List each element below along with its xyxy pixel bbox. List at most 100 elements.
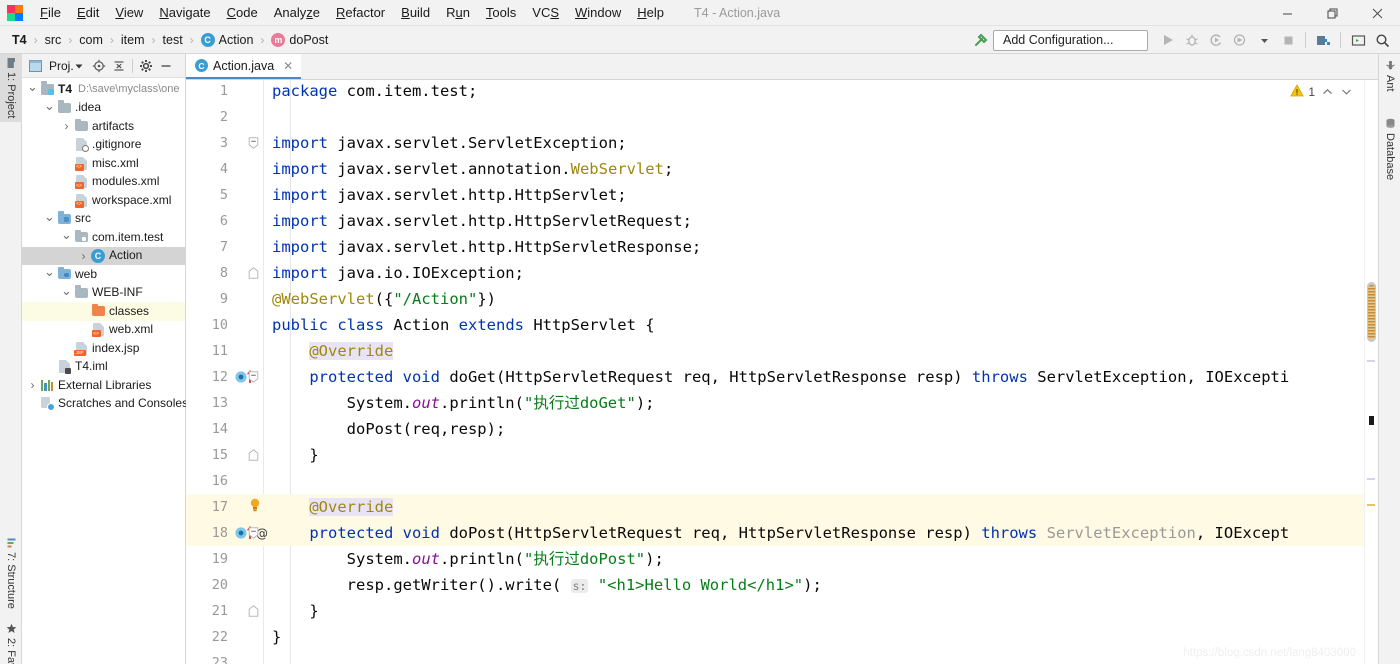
code-line-12[interactable]: 12 protected void doGet(HttpServletReque… (186, 364, 1378, 390)
menu-item-run[interactable]: Run (438, 2, 478, 24)
menu-item-vcs[interactable]: VCS (524, 2, 567, 24)
tree-node-com-item-test[interactable]: ⌄ com.item.test (22, 227, 185, 247)
code-line-9[interactable]: 9 @WebServlet({"/Action"}) (186, 286, 1378, 312)
tree-node-t4[interactable]: ⌄ T4 D:\save\myclass\one (22, 79, 185, 99)
code-text[interactable]: } (272, 627, 281, 647)
stop-icon[interactable] (1277, 28, 1299, 52)
code-line-20[interactable]: 20 resp.getWriter().write( s: "<h1>Hello… (186, 572, 1378, 598)
sidebar-item-ant[interactable]: Ant (1379, 56, 1400, 96)
chevron-down-icon[interactable]: ⌄ (43, 264, 56, 280)
collapse-all-icon[interactable] (109, 56, 129, 76)
fold-end-icon[interactable] (248, 449, 259, 461)
maximize-button[interactable] (1310, 0, 1355, 26)
code-text[interactable]: import javax.servlet.http.HttpServlet; (272, 185, 627, 205)
chevron-down-icon[interactable]: ⌄ (43, 209, 56, 225)
close-icon[interactable]: ✕ (283, 59, 293, 73)
tree-node--idea[interactable]: ⌄ .idea (22, 98, 185, 118)
debug-icon[interactable] (1181, 28, 1203, 52)
code-text[interactable]: protected void doPost(HttpServletRequest… (272, 523, 1289, 543)
intention-bulb-icon[interactable] (248, 497, 262, 518)
code-line-11[interactable]: 11 @Override (186, 338, 1378, 364)
project-structure-icon[interactable] (1312, 28, 1334, 52)
run-configuration-selector[interactable]: Add Configuration... (993, 29, 1148, 51)
tree-node-external-libraries[interactable]: › External Libraries (22, 376, 185, 395)
hide-panel-icon[interactable] (156, 56, 176, 76)
breadcrumb-item-test[interactable]: test (160, 32, 186, 48)
breadcrumb-item-item[interactable]: item (118, 32, 148, 48)
fold-end-icon[interactable] (248, 267, 259, 279)
breadcrumb-item-com[interactable]: com (76, 32, 106, 48)
code-text[interactable]: import javax.servlet.http.HttpServletReq… (272, 211, 692, 231)
chevron-right-icon[interactable]: › (77, 249, 90, 263)
tree-node-src[interactable]: ⌄ src (22, 209, 185, 229)
fold-collapse-icon[interactable] (248, 371, 259, 383)
chevron-down-icon[interactable] (75, 57, 83, 75)
code-text[interactable]: import javax.servlet.ServletException; (272, 133, 627, 153)
chevron-up-icon[interactable] (1318, 85, 1337, 99)
code-line-21[interactable]: 21 } (186, 598, 1378, 624)
search-everywhere-icon[interactable] (1371, 28, 1393, 52)
code-line-6[interactable]: 6 import javax.servlet.http.HttpServletRe… (186, 208, 1378, 234)
menu-item-build[interactable]: Build (393, 2, 438, 24)
tree-node-web[interactable]: ⌄ web (22, 264, 185, 284)
tree-node-web-inf[interactable]: ⌄ WEB-INF (22, 283, 185, 303)
tree-node-classes[interactable]: classes (22, 302, 185, 321)
tree-node--gitignore[interactable]: .gitignore (22, 136, 185, 155)
menu-item-window[interactable]: Window (567, 2, 629, 24)
code-text[interactable]: System.out.println("执行过doGet"); (272, 393, 655, 413)
code-text[interactable]: System.out.println("执行过doPost"); (272, 549, 664, 569)
build-hammer-icon[interactable] (970, 28, 992, 52)
breadcrumb-item-t4[interactable]: T4 (9, 32, 30, 48)
tree-node-index-jsp[interactable]: JSP index.jsp (22, 339, 185, 358)
code-line-16[interactable]: 16 (186, 468, 1378, 494)
menu-item-file[interactable]: File (32, 2, 69, 24)
menu-item-refactor[interactable]: Refactor (328, 2, 393, 24)
sidebar-item-project[interactable]: 1: Project (0, 54, 22, 123)
chevron-down-icon[interactable] (1337, 85, 1356, 99)
code-text[interactable]: } (272, 601, 318, 621)
code-line-14[interactable]: 14 doPost(req,resp); (186, 416, 1378, 442)
tree-node-web-xml[interactable]: <> web.xml (22, 321, 185, 340)
sidebar-item-favorites[interactable]: 2: Favorites (0, 619, 22, 664)
close-button[interactable] (1355, 0, 1400, 26)
editor-body[interactable]: 1 package com.item.test; 2 3 import javax.se… (186, 80, 1378, 664)
gear-icon[interactable] (136, 56, 156, 76)
locate-target-icon[interactable] (89, 56, 109, 76)
chevron-down-icon[interactable] (1253, 28, 1275, 52)
breadcrumb-item-src[interactable]: src (42, 32, 65, 48)
code-line-18[interactable]: 18 @ protected void doPost(HttpServletReq… (186, 520, 1378, 546)
code-text[interactable]: import javax.servlet.annotation.WebServl… (272, 159, 673, 179)
fold-collapse-icon[interactable] (248, 137, 259, 149)
chevron-down-icon[interactable]: ⌄ (60, 283, 73, 299)
tree-node-t4-iml[interactable]: T4.iml (22, 358, 185, 377)
breadcrumb-item-action[interactable]: C Action (198, 32, 257, 48)
code-text[interactable]: } (272, 445, 318, 465)
tree-node-artifacts[interactable]: › artifacts (22, 117, 185, 136)
menu-item-code[interactable]: Code (219, 2, 266, 24)
code-line-10[interactable]: 10 public class Action extends HttpServle… (186, 312, 1378, 338)
code-text[interactable]: @Override (272, 341, 394, 361)
menu-item-help[interactable]: Help (629, 2, 672, 24)
code-text[interactable]: package com.item.test; (272, 81, 477, 101)
code-text[interactable]: public class Action extends HttpServlet … (272, 315, 655, 335)
chevron-right-icon[interactable]: › (60, 119, 73, 133)
code-line-8[interactable]: 8 import java.io.IOException; (186, 260, 1378, 286)
sidebar-item-structure[interactable]: 7: Structure (0, 534, 22, 613)
breadcrumb-item-dopost[interactable]: m doPost (268, 32, 331, 48)
tree-node-workspace-xml[interactable]: <> workspace.xml (22, 191, 185, 210)
code-line-19[interactable]: 19 System.out.println("执行过doPost"); (186, 546, 1378, 572)
editor-scrollbar[interactable] (1364, 80, 1378, 664)
project-panel-title[interactable]: Proj. (49, 59, 74, 73)
tree-node-scratches-and-consoles[interactable]: Scratches and Consoles (22, 395, 188, 414)
run-with-coverage-icon[interactable] (1205, 28, 1227, 52)
run-icon[interactable] (1157, 28, 1179, 52)
editor-tab-action-java[interactable]: C Action.java ✕ (186, 54, 302, 79)
code-line-4[interactable]: 4 import javax.servlet.annotation.WebServ… (186, 156, 1378, 182)
minimize-button[interactable] (1265, 0, 1310, 26)
code-text[interactable]: protected void doGet(HttpServletRequest … (272, 367, 1289, 387)
code-text[interactable]: @Override (272, 497, 394, 517)
menu-item-tools[interactable]: Tools (478, 2, 524, 24)
code-text[interactable]: doPost(req,resp); (272, 419, 506, 439)
code-line-17[interactable]: 17 @Override (186, 494, 1378, 520)
scrollbar-thumb[interactable] (1367, 282, 1376, 342)
